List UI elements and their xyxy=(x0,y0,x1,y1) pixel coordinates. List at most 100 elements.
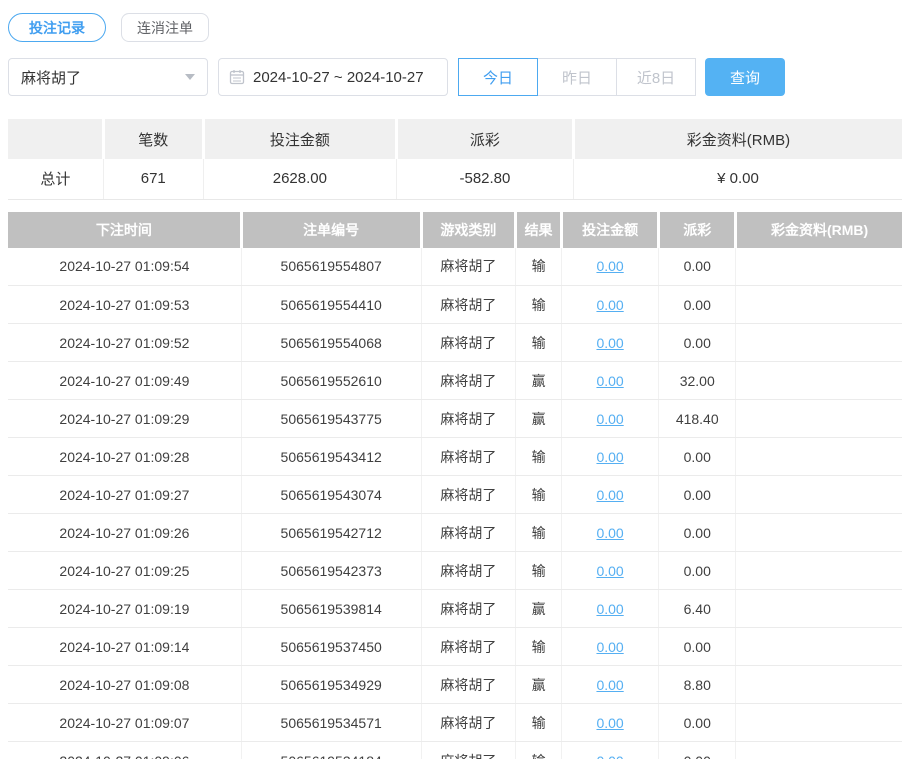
bet-records-table: 下注时间 注单编号 游戏类别 结果 投注金额 派彩 彩金资料(RMB) 2024… xyxy=(8,212,902,759)
tab-cancelled-orders[interactable]: 连消注单 xyxy=(121,13,209,42)
summary-table: 笔数 投注金额 派彩 彩金资料(RMB) 总计 671 2628.00 -582… xyxy=(8,119,902,200)
bonus-cell xyxy=(736,704,902,742)
game-type-cell: 麻将胡了 xyxy=(421,666,516,704)
bet-amount-cell: 0.00 xyxy=(561,438,658,476)
tab-betting-records[interactable]: 投注记录 xyxy=(8,13,106,42)
table-row: 2024-10-27 01:09:145065619537450麻将胡了输0.0… xyxy=(8,628,902,666)
bet-time-cell: 2024-10-27 01:09:07 xyxy=(8,704,241,742)
order-number-cell: 5065619542373 xyxy=(241,552,421,590)
bet-amount-link[interactable]: 0.00 xyxy=(596,487,623,503)
bet-amount-cell: 0.00 xyxy=(561,742,658,759)
quick-date-last8days-label: 近8日 xyxy=(637,67,675,88)
bonus-cell xyxy=(736,590,902,628)
payout-cell: 0.00 xyxy=(659,742,736,759)
game-type-cell: 麻将胡了 xyxy=(421,286,516,324)
bet-amount-link[interactable]: 0.00 xyxy=(596,525,623,541)
payout-cell: 0.00 xyxy=(659,552,736,590)
order-number-cell: 5065619539814 xyxy=(241,590,421,628)
bet-amount-cell: 0.00 xyxy=(561,666,658,704)
table-row: 2024-10-27 01:09:275065619543074麻将胡了输0.0… xyxy=(8,476,902,514)
payout-cell: 6.40 xyxy=(659,590,736,628)
table-row: 2024-10-27 01:09:255065619542373麻将胡了输0.0… xyxy=(8,552,902,590)
bet-amount-cell: 0.00 xyxy=(561,514,658,552)
summary-header-row: 笔数 投注金额 派彩 彩金资料(RMB) xyxy=(8,119,902,159)
table-row: 2024-10-27 01:09:535065619554410麻将胡了输0.0… xyxy=(8,286,902,324)
payout-cell: 0.00 xyxy=(659,476,736,514)
bet-time-cell: 2024-10-27 01:09:52 xyxy=(8,324,241,362)
game-select[interactable]: 麻将胡了 xyxy=(8,58,208,96)
result-cell: 输 xyxy=(516,742,562,759)
bet-time-cell: 2024-10-27 01:09:28 xyxy=(8,438,241,476)
bet-time-cell: 2024-10-27 01:09:06 xyxy=(8,742,241,759)
bet-amount-cell: 0.00 xyxy=(561,590,658,628)
bonus-cell xyxy=(736,438,902,476)
quick-date-group: 今日 昨日 近8日 xyxy=(458,58,696,96)
bonus-cell xyxy=(736,362,902,400)
game-type-cell: 麻将胡了 xyxy=(421,324,516,362)
table-row: 2024-10-27 01:09:065065619534184麻将胡了输0.0… xyxy=(8,742,902,759)
bonus-cell xyxy=(736,248,902,286)
table-row: 2024-10-27 01:09:285065619543412麻将胡了输0.0… xyxy=(8,438,902,476)
game-type-cell: 麻将胡了 xyxy=(421,400,516,438)
game-type-cell: 麻将胡了 xyxy=(421,590,516,628)
tab-betting-records-label: 投注记录 xyxy=(29,18,85,38)
result-cell: 输 xyxy=(516,248,562,286)
date-range-input[interactable]: 2024-10-27 ~ 2024-10-27 xyxy=(218,58,448,96)
bet-amount-link[interactable]: 0.00 xyxy=(596,258,623,274)
bet-amount-link[interactable]: 0.00 xyxy=(596,677,623,693)
game-type-cell: 麻将胡了 xyxy=(421,248,516,286)
game-type-cell: 麻将胡了 xyxy=(421,552,516,590)
calendar-icon xyxy=(229,69,245,85)
bet-amount-cell: 0.00 xyxy=(561,628,658,666)
payout-cell: 0.00 xyxy=(659,248,736,286)
order-number-cell: 5065619554807 xyxy=(241,248,421,286)
summary-header-empty xyxy=(8,119,103,159)
game-type-cell: 麻将胡了 xyxy=(421,514,516,552)
summary-total-label: 总计 xyxy=(8,159,103,199)
quick-date-today-label: 今日 xyxy=(483,67,513,88)
date-range-value: 2024-10-27 ~ 2024-10-27 xyxy=(253,69,424,86)
bonus-cell xyxy=(736,628,902,666)
table-row: 2024-10-27 01:09:495065619552610麻将胡了赢0.0… xyxy=(8,362,902,400)
bet-time-cell: 2024-10-27 01:09:25 xyxy=(8,552,241,590)
top-tabs: 投注记录 连消注单 xyxy=(8,13,902,42)
quick-date-last8days-button[interactable]: 近8日 xyxy=(616,58,696,96)
payout-cell: 8.80 xyxy=(659,666,736,704)
bet-amount-link[interactable]: 0.00 xyxy=(596,563,623,579)
table-row: 2024-10-27 01:09:525065619554068麻将胡了输0.0… xyxy=(8,324,902,362)
summary-total-row: 总计 671 2628.00 -582.80 ¥ 0.00 xyxy=(8,159,902,199)
bet-amount-link[interactable]: 0.00 xyxy=(596,373,623,389)
bet-amount-link[interactable]: 0.00 xyxy=(596,335,623,351)
payout-cell: 32.00 xyxy=(659,362,736,400)
quick-date-yesterday-button[interactable]: 昨日 xyxy=(537,58,617,96)
game-type-cell: 麻将胡了 xyxy=(421,704,516,742)
chevron-down-icon xyxy=(185,74,195,80)
bonus-cell xyxy=(736,742,902,759)
bonus-cell xyxy=(736,552,902,590)
bet-time-cell: 2024-10-27 01:09:26 xyxy=(8,514,241,552)
summary-total-payout: -582.80 xyxy=(396,159,573,199)
summary-header-bonus: 彩金资料(RMB) xyxy=(573,119,902,159)
bet-amount-link[interactable]: 0.00 xyxy=(596,753,623,759)
bet-amount-link[interactable]: 0.00 xyxy=(596,715,623,731)
bet-amount-link[interactable]: 0.00 xyxy=(596,411,623,427)
query-button[interactable]: 查询 xyxy=(705,58,785,96)
betting-records-page: 投注记录 连消注单 麻将胡了 2024-10-27 ~ 2024-10-27 今 xyxy=(0,13,910,759)
bet-time-cell: 2024-10-27 01:09:49 xyxy=(8,362,241,400)
order-number-cell: 5065619534571 xyxy=(241,704,421,742)
bet-amount-link[interactable]: 0.00 xyxy=(596,297,623,313)
bet-amount-link[interactable]: 0.00 xyxy=(596,639,623,655)
order-number-cell: 5065619552610 xyxy=(241,362,421,400)
tab-cancelled-orders-label: 连消注单 xyxy=(137,18,193,38)
bet-amount-link[interactable]: 0.00 xyxy=(596,449,623,465)
quick-date-today-button[interactable]: 今日 xyxy=(458,58,538,96)
order-number-cell: 5065619543074 xyxy=(241,476,421,514)
bet-amount-link[interactable]: 0.00 xyxy=(596,601,623,617)
game-type-cell: 麻将胡了 xyxy=(421,362,516,400)
bonus-cell xyxy=(736,324,902,362)
result-cell: 输 xyxy=(516,704,562,742)
bet-time-cell: 2024-10-27 01:09:08 xyxy=(8,666,241,704)
result-cell: 赢 xyxy=(516,590,562,628)
bet-amount-cell: 0.00 xyxy=(561,400,658,438)
result-cell: 赢 xyxy=(516,666,562,704)
